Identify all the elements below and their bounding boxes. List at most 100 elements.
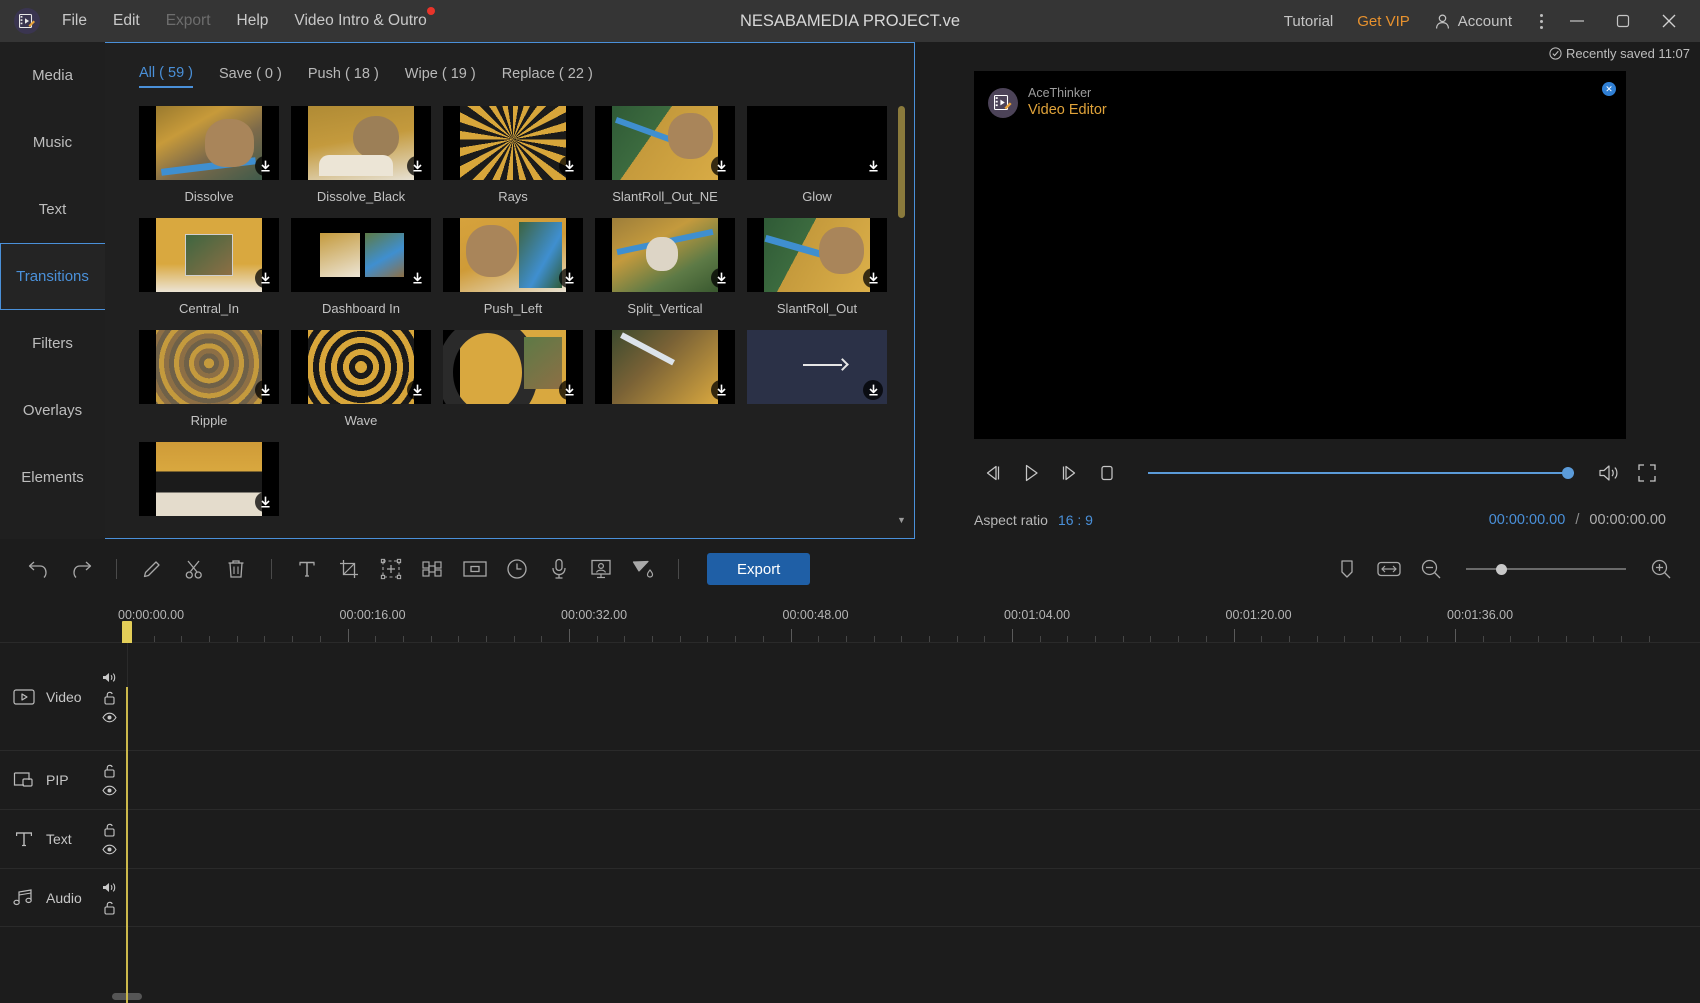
scrollbar-thumb[interactable] xyxy=(898,106,905,218)
tab-wipe[interactable]: Wipe ( 19 ) xyxy=(405,66,476,87)
pip-button[interactable] xyxy=(454,548,496,590)
transition-thumbnail[interactable] xyxy=(291,330,431,404)
zoom-slider-knob[interactable] xyxy=(1496,564,1508,575)
download-icon[interactable] xyxy=(407,380,427,400)
transition-thumbnail[interactable] xyxy=(747,218,887,292)
stop-button[interactable] xyxy=(1088,456,1126,490)
download-icon[interactable] xyxy=(559,380,579,400)
account-button[interactable]: Account xyxy=(1434,13,1512,30)
transition-thumbnail[interactable] xyxy=(139,442,279,516)
track-row[interactable]: Video xyxy=(0,643,1700,751)
track-body-audio[interactable] xyxy=(128,869,1700,926)
seek-knob[interactable] xyxy=(1562,467,1574,479)
marker-button[interactable] xyxy=(1326,548,1368,590)
color-correct-button[interactable] xyxy=(622,548,664,590)
play-button[interactable] xyxy=(1012,456,1050,490)
export-button[interactable]: Export xyxy=(707,553,811,585)
download-icon[interactable] xyxy=(711,156,731,176)
redo-button[interactable] xyxy=(60,548,102,590)
crop-button[interactable] xyxy=(328,548,370,590)
track-body-video[interactable] xyxy=(128,643,1700,750)
lock-icon[interactable] xyxy=(103,764,116,778)
previous-frame-button[interactable] xyxy=(974,456,1012,490)
transition-item[interactable]: Central_In xyxy=(139,218,279,316)
menu-export[interactable]: Export xyxy=(166,12,211,30)
transition-thumbnail[interactable] xyxy=(443,330,583,404)
green-screen-button[interactable] xyxy=(580,548,622,590)
track-body-text[interactable] xyxy=(128,810,1700,868)
lock-icon[interactable] xyxy=(103,901,116,915)
transition-item[interactable]: Split_Vertical xyxy=(595,218,735,316)
transition-item[interactable]: Dissolve_Black xyxy=(291,106,431,204)
playhead[interactable] xyxy=(122,621,132,643)
zoom-slider[interactable] xyxy=(1466,562,1626,576)
transition-thumbnail[interactable] xyxy=(443,218,583,292)
scroll-down-arrow[interactable]: ▼ xyxy=(897,515,906,525)
seek-slider[interactable] xyxy=(1148,466,1574,480)
sidebar-item-transitions[interactable]: Transitions xyxy=(0,243,106,310)
eye-icon[interactable] xyxy=(102,712,117,723)
voiceover-button[interactable] xyxy=(538,548,580,590)
track-row[interactable]: Audio xyxy=(0,869,1700,927)
preview-canvas[interactable]: AceThinker Video Editor ✕ xyxy=(974,71,1626,439)
transition-item[interactable]: Dissolve xyxy=(139,106,279,204)
transition-item[interactable]: Rays xyxy=(443,106,583,204)
download-icon[interactable] xyxy=(863,380,883,400)
sidebar-item-text[interactable]: Text xyxy=(0,176,105,243)
transition-thumbnail[interactable] xyxy=(291,106,431,180)
download-icon[interactable] xyxy=(711,380,731,400)
transition-thumbnail[interactable] xyxy=(443,106,583,180)
tutorial-link[interactable]: Tutorial xyxy=(1284,13,1333,30)
transition-item[interactable]: SlantRoll_Out_NE xyxy=(595,106,735,204)
track-header-video[interactable]: Video xyxy=(0,643,128,750)
transition-item[interactable] xyxy=(139,442,279,525)
next-frame-button[interactable] xyxy=(1050,456,1088,490)
transition-item[interactable]: SlantRoll_Out xyxy=(747,218,887,316)
transition-thumbnail[interactable] xyxy=(595,106,735,180)
track-header-pip[interactable]: PIP xyxy=(0,751,128,809)
tab-save[interactable]: Save ( 0 ) xyxy=(219,66,282,87)
zoom-in-button[interactable] xyxy=(1640,548,1682,590)
transition-thumbnail[interactable] xyxy=(747,330,887,404)
timeline-ruler[interactable]: 00:00:00.00 00:00:16.00 00:00:32.00 00:00:4… xyxy=(0,599,1700,643)
get-vip-link[interactable]: Get VIP xyxy=(1357,13,1410,30)
sidebar-item-music[interactable]: Music xyxy=(0,109,105,176)
transition-thumbnail[interactable] xyxy=(747,106,887,180)
track-header-text[interactable]: Text xyxy=(0,810,128,868)
sidebar-item-filters[interactable]: Filters xyxy=(0,310,105,377)
transition-item[interactable]: Wave xyxy=(291,330,431,428)
eye-icon[interactable] xyxy=(102,844,117,855)
close-button[interactable] xyxy=(1646,0,1692,42)
mosaic-button[interactable] xyxy=(412,548,454,590)
download-icon[interactable] xyxy=(559,268,579,288)
track-body-pip[interactable] xyxy=(128,751,1700,809)
split-button[interactable] xyxy=(173,548,215,590)
transition-thumbnail[interactable] xyxy=(595,218,735,292)
transition-item[interactable] xyxy=(747,330,887,428)
download-icon[interactable] xyxy=(863,268,883,288)
zoom-out-button[interactable] xyxy=(1410,548,1452,590)
menu-file[interactable]: File xyxy=(62,12,87,30)
browser-scrollbar[interactable]: ▼ xyxy=(897,106,906,525)
lock-icon[interactable] xyxy=(103,823,116,837)
edit-button[interactable] xyxy=(131,548,173,590)
transition-item[interactable] xyxy=(595,330,735,428)
volume-button[interactable] xyxy=(1590,456,1628,490)
download-icon[interactable] xyxy=(255,380,275,400)
download-icon[interactable] xyxy=(863,156,883,176)
download-icon[interactable] xyxy=(255,268,275,288)
close-watermark-button[interactable]: ✕ xyxy=(1602,82,1616,96)
text-button[interactable] xyxy=(286,548,328,590)
transition-thumbnail[interactable] xyxy=(291,218,431,292)
tab-all[interactable]: All ( 59 ) xyxy=(139,65,193,88)
delete-button[interactable] xyxy=(215,548,257,590)
menu-video-intro-outro[interactable]: Video Intro & Outro xyxy=(294,7,435,30)
tab-replace[interactable]: Replace ( 22 ) xyxy=(502,66,593,87)
transition-item[interactable]: Push_Left xyxy=(443,218,583,316)
transition-thumbnail[interactable] xyxy=(139,106,279,180)
transition-thumbnail[interactable] xyxy=(139,218,279,292)
volume-icon[interactable] xyxy=(102,671,117,684)
menu-help[interactable]: Help xyxy=(237,12,269,30)
tab-push[interactable]: Push ( 18 ) xyxy=(308,66,379,87)
more-options-icon[interactable] xyxy=(1528,13,1554,29)
